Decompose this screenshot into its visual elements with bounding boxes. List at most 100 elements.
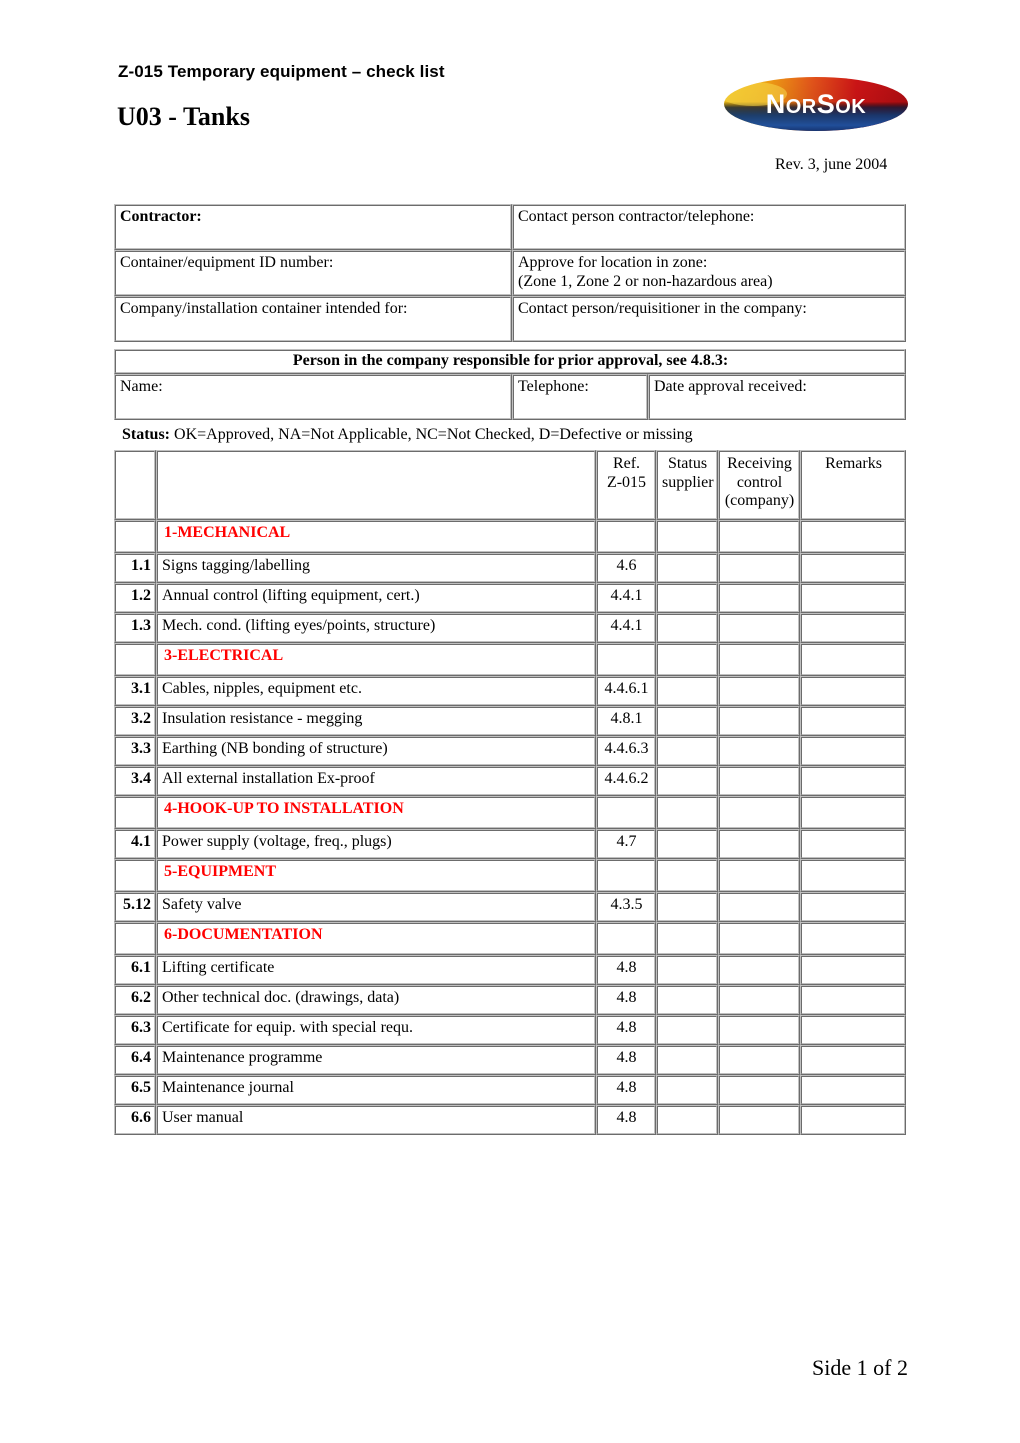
section-remarks-cell — [800, 520, 906, 553]
section-status-supplier-cell — [656, 922, 718, 955]
item-receiving-control-cell[interactable] — [718, 1045, 800, 1075]
item-reference: 4.4.6.2 — [596, 766, 656, 796]
item-status-supplier-cell[interactable] — [656, 1015, 718, 1045]
item-receiving-control-cell[interactable] — [718, 766, 800, 796]
item-receiving-control-cell[interactable] — [718, 1075, 800, 1105]
table-row: Company/installation container intended … — [114, 296, 906, 342]
item-receiving-control-cell[interactable] — [718, 676, 800, 706]
item-status-supplier-cell[interactable] — [656, 1105, 718, 1135]
item-description: Certificate for equip. with special requ… — [156, 1015, 596, 1045]
header-receiving-control: Receiving control (company) — [724, 455, 795, 510]
item-status-supplier-cell[interactable] — [656, 1075, 718, 1105]
section-receiving-control-cell — [718, 922, 800, 955]
item-status-supplier-cell[interactable] — [656, 706, 718, 736]
item-reference: 4.8 — [596, 985, 656, 1015]
item-reference: 4.8 — [596, 1015, 656, 1045]
checklist-item-row: 3.4 All external installation Ex-proof 4.4… — [114, 766, 906, 796]
checklist-item-row: 4.1 Power supply (voltage, freq., plugs) 4… — [114, 829, 906, 859]
company-contact-cell[interactable]: Contact person/requisitioner in the comp… — [512, 296, 906, 342]
checklist-item-row: 1.2 Annual control (lifting equipment, ce… — [114, 583, 906, 613]
checklist-item-row: 3.1 Cables, nipples, equipment etc. 4.4.6.… — [114, 676, 906, 706]
item-remarks-cell[interactable] — [800, 955, 906, 985]
item-number: 6.3 — [114, 1015, 156, 1045]
item-remarks-cell[interactable] — [800, 1105, 906, 1135]
item-receiving-control-cell[interactable] — [718, 892, 800, 922]
contractor-label-cell[interactable]: Contractor: — [114, 204, 512, 250]
section-ref-cell — [596, 859, 656, 892]
company-installation-cell[interactable]: Company/installation container intended … — [114, 296, 512, 342]
section-receiving-control-cell — [718, 796, 800, 829]
container-id-label: Container/equipment ID number: — [120, 254, 334, 271]
approver-name-cell[interactable]: Name: — [114, 373, 512, 420]
item-status-supplier-cell[interactable] — [656, 676, 718, 706]
item-reference: 4.8 — [596, 1105, 656, 1135]
header-ref-cell: Ref. Z-015 — [596, 450, 656, 520]
contact-person-contractor-cell[interactable]: Contact person contractor/telephone: — [512, 204, 906, 250]
item-receiving-control-cell[interactable] — [718, 955, 800, 985]
item-remarks-cell[interactable] — [800, 766, 906, 796]
item-status-supplier-cell[interactable] — [656, 766, 718, 796]
item-reference: 4.7 — [596, 829, 656, 859]
checklist-section-label: 5-EQUIPMENT — [156, 859, 596, 892]
item-number: 1.2 — [114, 583, 156, 613]
item-remarks-cell[interactable] — [800, 706, 906, 736]
item-receiving-control-cell[interactable] — [718, 1105, 800, 1135]
checklist-section-label: 1-MECHANICAL — [156, 520, 596, 553]
approver-telephone-cell[interactable]: Telephone: — [512, 373, 648, 420]
prior-approval-table: Person in the company responsible for pr… — [114, 349, 907, 420]
item-remarks-cell[interactable] — [800, 583, 906, 613]
item-reference: 4.8.1 — [596, 706, 656, 736]
revision-text: Rev. 3, june 2004 — [775, 156, 888, 173]
item-remarks-cell[interactable] — [800, 1015, 906, 1045]
item-status-supplier-cell[interactable] — [656, 985, 718, 1015]
checklist-section-row: 5-EQUIPMENT — [114, 859, 906, 892]
section-remarks-cell — [800, 922, 906, 955]
item-receiving-control-cell[interactable] — [718, 706, 800, 736]
item-remarks-cell[interactable] — [800, 1045, 906, 1075]
checklist-item-row: 1.1 Signs tagging/labelling 4.6 — [114, 553, 906, 583]
item-receiving-control-cell[interactable] — [718, 1015, 800, 1045]
item-number: 6.4 — [114, 1045, 156, 1075]
checklist-item-row: 6.6 User manual 4.8 — [114, 1105, 906, 1135]
item-receiving-control-cell[interactable] — [718, 583, 800, 613]
item-description: All external installation Ex-proof — [156, 766, 596, 796]
status-legend: Status: OK=Approved, NA=Not Applicable, … — [122, 426, 693, 444]
item-receiving-control-cell[interactable] — [718, 985, 800, 1015]
section-remarks-cell — [800, 643, 906, 676]
checklist-item-row: 1.3 Mech. cond. (lifting eyes/points, str… — [114, 613, 906, 643]
item-remarks-cell[interactable] — [800, 892, 906, 922]
header-remarks-cell: Remarks — [800, 450, 906, 520]
item-remarks-cell[interactable] — [800, 553, 906, 583]
header-receiving-control-cell: Receiving control (company) — [718, 450, 800, 520]
item-remarks-cell[interactable] — [800, 829, 906, 859]
item-remarks-cell[interactable] — [800, 676, 906, 706]
item-description: Mech. cond. (lifting eyes/points, struct… — [156, 613, 596, 643]
checklist-section-label: 3-ELECTRICAL — [156, 643, 596, 676]
item-status-supplier-cell[interactable] — [656, 955, 718, 985]
item-status-supplier-cell[interactable] — [656, 829, 718, 859]
item-receiving-control-cell[interactable] — [718, 736, 800, 766]
item-status-supplier-cell[interactable] — [656, 1045, 718, 1075]
item-description: Power supply (voltage, freq., plugs) — [156, 829, 596, 859]
item-status-supplier-cell[interactable] — [656, 736, 718, 766]
item-status-supplier-cell[interactable] — [656, 892, 718, 922]
item-number: 6.6 — [114, 1105, 156, 1135]
zone-approval-cell[interactable]: Approve for location in zone: (Zone 1, Z… — [512, 250, 906, 296]
container-id-cell[interactable]: Container/equipment ID number: — [114, 250, 512, 296]
item-remarks-cell[interactable] — [800, 985, 906, 1015]
item-number: 3.3 — [114, 736, 156, 766]
item-status-supplier-cell[interactable] — [656, 613, 718, 643]
item-remarks-cell[interactable] — [800, 613, 906, 643]
item-status-supplier-cell[interactable] — [656, 553, 718, 583]
approval-date-cell[interactable]: Date approval received: — [648, 373, 907, 420]
item-remarks-cell[interactable] — [800, 736, 906, 766]
item-receiving-control-cell[interactable] — [718, 613, 800, 643]
document-subtitle: U03 - Tanks — [117, 102, 250, 131]
item-status-supplier-cell[interactable] — [656, 583, 718, 613]
item-receiving-control-cell[interactable] — [718, 829, 800, 859]
header-status-supplier: Status supplier — [662, 455, 714, 491]
section-num-cell — [114, 520, 156, 553]
item-remarks-cell[interactable] — [800, 1075, 906, 1105]
item-number: 3.1 — [114, 676, 156, 706]
item-receiving-control-cell[interactable] — [718, 553, 800, 583]
